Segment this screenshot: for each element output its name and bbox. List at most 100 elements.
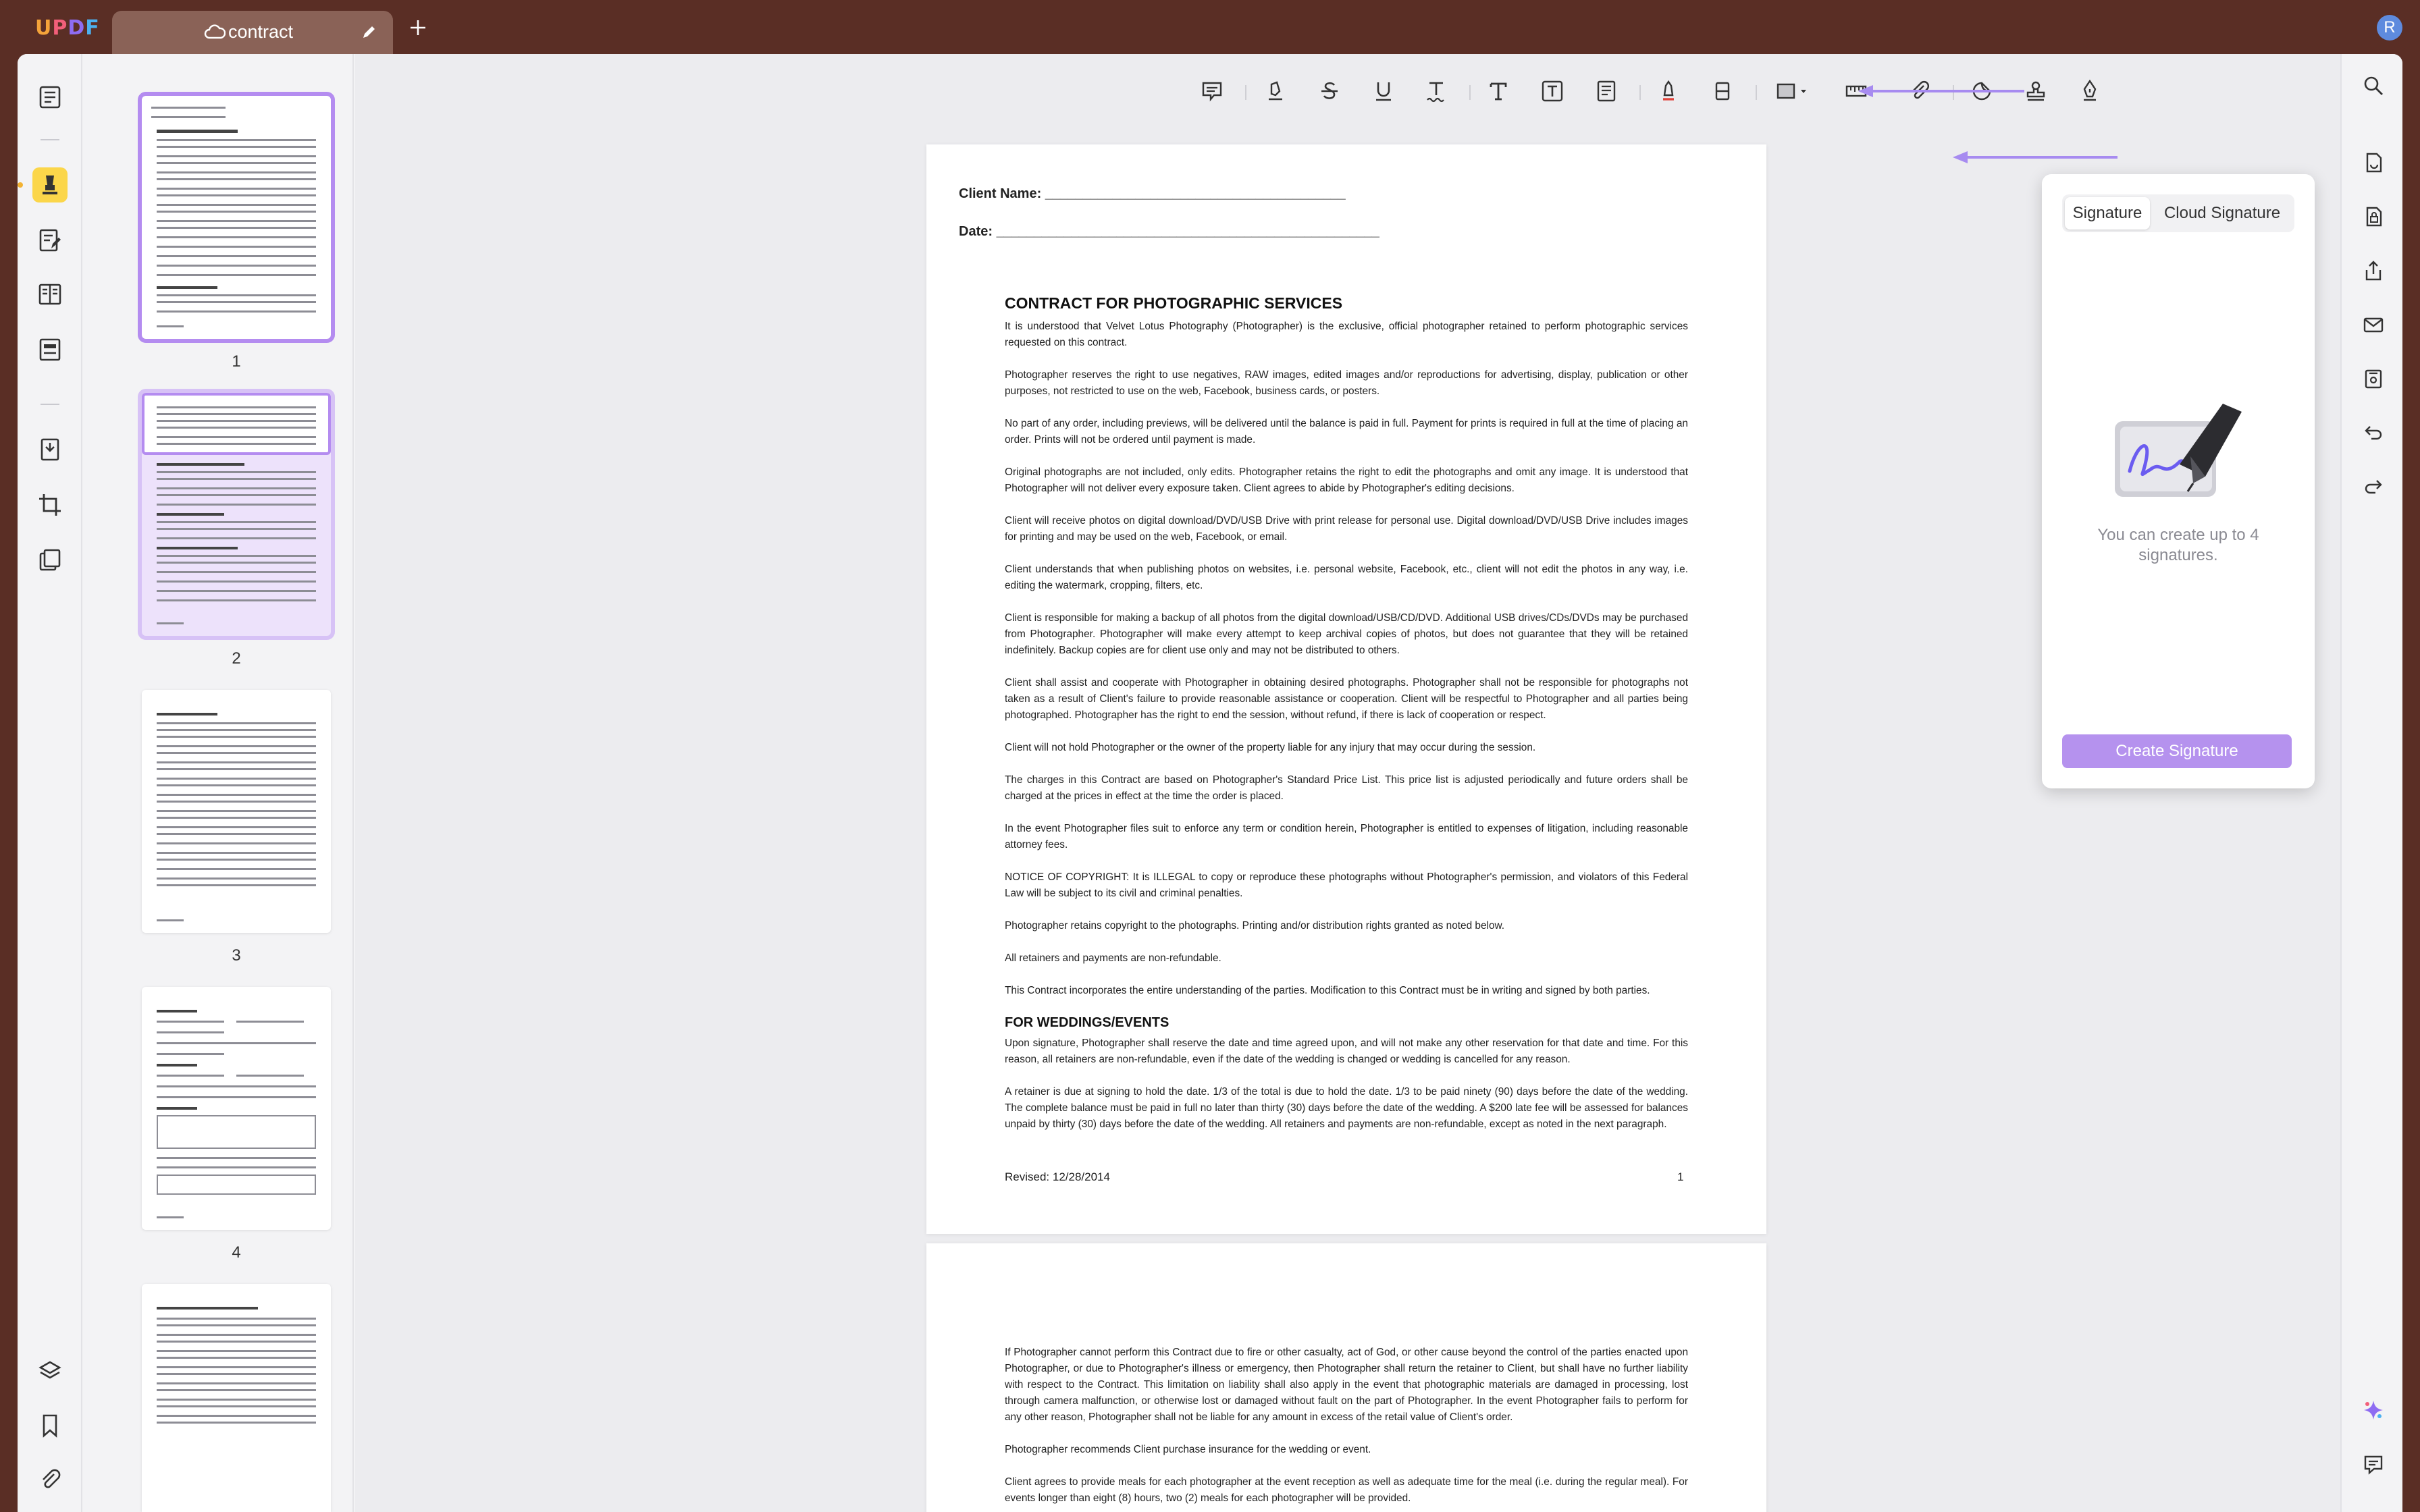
toolbar-divider <box>1639 85 1641 100</box>
thumbnail-item[interactable]: 1 <box>138 92 335 371</box>
lock-doc-icon <box>2366 207 2382 227</box>
text-box-button[interactable] <box>1535 74 1569 108</box>
squiggly-button[interactable] <box>1419 74 1453 108</box>
contract-paragraph: Original photographs are not included, o… <box>1005 466 1688 494</box>
contract-paragraph: Client shall assist and cooperate with P… <box>1005 677 1688 721</box>
rail-divider <box>41 404 59 405</box>
sticky-note-button[interactable] <box>1195 74 1229 108</box>
pdf-page-1[interactable]: Client Name: ___________________________… <box>926 144 1766 1234</box>
save-as-button[interactable] <box>2358 363 2389 394</box>
undo-icon <box>2365 426 2382 440</box>
strikethrough-icon <box>1321 82 1338 99</box>
search-icon <box>2364 76 2383 95</box>
eraser-button[interactable] <box>1706 74 1739 108</box>
thumbnail-page-number: 1 <box>232 352 241 371</box>
page-footer-number: 1 <box>1677 1170 1684 1183</box>
layers-icon <box>38 1361 61 1379</box>
ai-assistant-button[interactable] <box>2358 1395 2389 1426</box>
layers-copy-icon <box>39 549 61 571</box>
thumbnail-page-number: 2 <box>232 649 241 668</box>
contract-paragraph: Client agrees to provide meals for each … <box>1005 1476 1688 1504</box>
toolbar-divider <box>1469 85 1471 100</box>
contract-paragraph: Upon signature, Photographer shall reser… <box>1005 1037 1688 1065</box>
document-viewport[interactable]: Client Name: ___________________________… <box>355 54 2340 1512</box>
shape-dropdown-button[interactable] <box>1770 74 1818 108</box>
main-window: 1 2 3 4 Client Name: ___________________… <box>18 54 2402 1512</box>
page-thumbnail[interactable] <box>142 690 331 933</box>
comment-toolbar <box>1192 68 2388 115</box>
ocr-button[interactable] <box>2358 147 2389 178</box>
contract-paragraph: Photographer reserves the right to use n… <box>1005 369 1688 397</box>
avatar[interactable]: R <box>2377 15 2402 40</box>
crop-button[interactable] <box>32 487 68 522</box>
annotation-arrow <box>1858 85 2024 97</box>
share-button[interactable] <box>2358 255 2389 286</box>
highlight-button[interactable] <box>1259 74 1292 108</box>
organize-icon <box>38 284 61 305</box>
page-thumbnail[interactable] <box>138 389 335 640</box>
thumbnail-page-number: 4 <box>232 1243 241 1262</box>
signature-button[interactable] <box>2073 74 2107 108</box>
bookmark-button[interactable] <box>32 1408 68 1443</box>
text-button[interactable] <box>1481 74 1515 108</box>
tab-cloud-signature[interactable]: Cloud Signature <box>2153 197 2292 230</box>
contract-paragraph: In the event Photographer files suit to … <box>1005 823 1688 850</box>
thumbnail-item[interactable]: 4 <box>142 987 331 1262</box>
contract-paragraph: Photographer retains copyright to the ph… <box>1005 920 1505 932</box>
email-button[interactable] <box>2358 309 2389 340</box>
text-icon <box>1490 82 1507 101</box>
updf-logo: UPDF <box>35 16 100 40</box>
reader-mode-button[interactable] <box>32 80 68 115</box>
underline-button[interactable] <box>1367 74 1400 108</box>
thumbnail-item[interactable]: 2 <box>138 389 335 668</box>
pencil-red-icon <box>1663 80 1674 101</box>
form-button[interactable] <box>32 332 68 367</box>
protect-button[interactable] <box>2358 201 2389 232</box>
pencil-tool-button[interactable] <box>1652 74 1685 108</box>
thumbnail-item[interactable]: 3 <box>142 690 331 965</box>
mail-icon <box>2363 317 2384 333</box>
strikethrough-button[interactable] <box>1313 74 1346 108</box>
search-button[interactable] <box>2358 70 2389 101</box>
signature-illustration <box>2115 404 2242 497</box>
attachment-button[interactable] <box>32 1462 68 1497</box>
comment-mode-button[interactable] <box>32 167 68 202</box>
page-thumbnail[interactable] <box>138 92 335 343</box>
bookmark-icon <box>43 1414 57 1438</box>
contract-paragraph: NOTICE OF COPYRIGHT: It is ILLEGAL to co… <box>1005 871 1688 899</box>
save-icon <box>2365 369 2382 389</box>
contract-paragraph: No part of any order, including previews… <box>1005 418 1688 446</box>
redo-button[interactable] <box>2358 471 2389 502</box>
document-tab[interactable]: contract <box>112 11 393 54</box>
new-tab-icon[interactable] <box>408 18 428 38</box>
contract-paragraph: A retainer is due at signing to hold the… <box>1005 1086 1688 1130</box>
pencil-icon[interactable] <box>359 23 378 42</box>
create-signature-button[interactable]: Create Signature <box>2062 734 2292 768</box>
contract-paragraph: Client will receive photos on digital do… <box>1005 515 1688 543</box>
tab-signature[interactable]: Signature <box>2065 197 2150 230</box>
layers-button[interactable] <box>32 1354 68 1389</box>
pdf-page-2[interactable]: If Photographer cannot perform this Cont… <box>926 1243 1766 1512</box>
callout-icon <box>1597 80 1616 102</box>
thumbnail-panel: 1 2 3 4 <box>84 54 354 1512</box>
comment-icon <box>2364 1455 2383 1475</box>
page-thumbnail[interactable] <box>142 987 331 1230</box>
underline-icon <box>1376 82 1391 101</box>
protect-button[interactable] <box>32 543 68 578</box>
text-callout-button[interactable] <box>1589 74 1623 108</box>
contract-paragraph: Client is responsible for making a backu… <box>1005 612 1688 656</box>
squiggly-text-icon <box>1427 82 1444 103</box>
contract-paragraph: Client will not hold Photographer or the… <box>1005 742 1536 753</box>
thumbnail-page-number: 3 <box>232 946 241 965</box>
convert-button[interactable] <box>32 432 68 467</box>
page-thumbnail[interactable] <box>142 1284 331 1512</box>
edit-pdf-button[interactable] <box>32 223 68 258</box>
contract-paragraph: All retainers and payments are non-refun… <box>1005 952 1221 964</box>
thumbnail-item[interactable] <box>142 1284 331 1512</box>
rectangle-icon <box>1777 83 1806 99</box>
undo-button[interactable] <box>2358 417 2389 448</box>
comments-list-button[interactable] <box>2358 1449 2389 1480</box>
page-organize-button[interactable] <box>32 277 68 312</box>
annotation-arrow <box>1953 151 2118 163</box>
cloud-icon <box>204 24 226 39</box>
